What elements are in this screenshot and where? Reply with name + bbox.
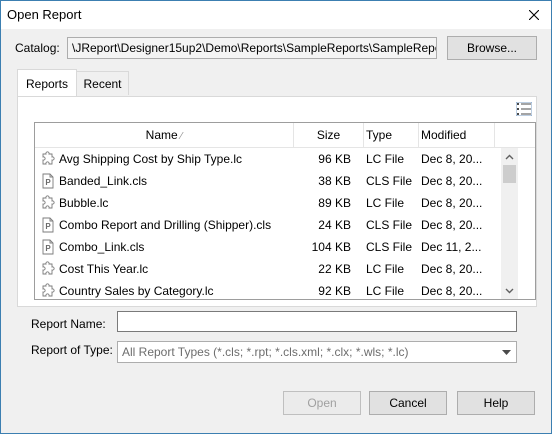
view-mode-button[interactable] xyxy=(514,100,534,118)
file-size: 104 KB xyxy=(311,240,351,254)
open-button[interactable]: Open xyxy=(283,391,361,415)
chevron-up-icon xyxy=(505,154,514,159)
file-name: Bubble.lc xyxy=(59,196,109,210)
report-type-select[interactable]: All Report Types (*.cls; *.rpt; *.cls.xm… xyxy=(117,341,517,363)
cls-page-icon: P xyxy=(40,173,56,189)
svg-text:P: P xyxy=(45,222,51,231)
scroll-down-button[interactable] xyxy=(501,282,518,299)
column-header-modified[interactable]: Modified xyxy=(419,123,495,147)
sort-ascending-icon: ⁄ xyxy=(180,131,183,142)
file-modified: Dec 8, 20... xyxy=(421,152,483,166)
file-name: Banded_Link.cls xyxy=(59,174,148,188)
file-size: 22 KB xyxy=(318,262,351,276)
browse-button[interactable]: Browse... xyxy=(447,36,537,60)
svg-text:P: P xyxy=(45,178,51,187)
report-name-label: Report Name: xyxy=(31,317,106,331)
dropdown-arrow[interactable] xyxy=(496,342,516,362)
file-type: CLS File xyxy=(366,174,413,188)
report-type-label: Report of Type: xyxy=(31,343,113,357)
file-name: Cost This Year.lc xyxy=(59,262,149,276)
scroll-up-button[interactable] xyxy=(501,148,518,165)
title-bar: Open Report xyxy=(1,1,551,29)
cls-page-icon: P xyxy=(40,217,56,233)
tab-recent[interactable]: Recent xyxy=(76,71,129,95)
dialog-title: Open Report xyxy=(7,7,82,22)
file-modified: Dec 8, 20... xyxy=(421,284,483,298)
list-item[interactable]: P Combo Report and Drilling (Shipper).cls… xyxy=(35,214,501,236)
list-item[interactable]: P Combo_Link.cls 104 KB CLS File Dec 11, 2..… xyxy=(35,236,501,258)
lc-puzzle-icon xyxy=(40,283,56,299)
file-size: 38 KB xyxy=(318,174,351,188)
file-name: Combo Report and Drilling (Shipper).cls xyxy=(59,218,272,232)
catalog-path-field[interactable]: \JReport\Designer15up2\Demo\Reports\Samp… xyxy=(67,37,437,59)
file-size: 96 KB xyxy=(318,152,351,166)
column-header-name[interactable]: Name ⁄ xyxy=(35,123,294,147)
list-vertical-scrollbar[interactable] xyxy=(501,148,518,299)
list-item[interactable]: Avg Shipping Cost by Ship Type.lc 96 KB LC… xyxy=(35,148,501,170)
tab-reports[interactable]: Reports xyxy=(17,69,77,97)
close-button[interactable] xyxy=(517,1,551,29)
report-name-input[interactable] xyxy=(117,311,517,332)
file-modified: Dec 8, 20... xyxy=(421,174,483,188)
file-type: LC File xyxy=(366,152,405,166)
reports-tab-panel: Name ⁄ Size Type Modified Avg Shipping Co… xyxy=(17,96,537,307)
report-file-list[interactable]: Name ⁄ Size Type Modified Avg Shipping Co… xyxy=(34,122,536,300)
close-icon xyxy=(529,10,539,20)
column-header-type[interactable]: Type xyxy=(364,123,419,147)
list-item[interactable]: Country Sales by Category.lc 92 KB LC File… xyxy=(35,280,501,302)
file-type: LC File xyxy=(366,262,405,276)
list-item[interactable]: Bubble.lc 89 KB LC File Dec 8, 20... xyxy=(35,192,501,214)
column-header-size[interactable]: Size xyxy=(294,123,364,147)
file-modified: Dec 8, 20... xyxy=(421,218,483,232)
chevron-down-icon xyxy=(501,349,511,355)
file-modified: Dec 11, 2... xyxy=(421,240,482,254)
scroll-thumb[interactable] xyxy=(503,165,516,183)
help-button[interactable]: Help xyxy=(457,391,535,415)
lc-puzzle-icon xyxy=(40,261,56,277)
list-header: Name ⁄ Size Type Modified xyxy=(35,123,535,148)
cancel-button[interactable]: Cancel xyxy=(369,391,447,415)
file-type: LC File xyxy=(366,284,405,298)
file-modified: Dec 8, 20... xyxy=(421,196,483,210)
file-type: CLS File xyxy=(366,218,413,232)
file-size: 89 KB xyxy=(318,196,351,210)
file-name: Country Sales by Category.lc xyxy=(59,284,214,298)
open-report-dialog: Open Report Catalog: \JReport\Designer15… xyxy=(0,0,552,434)
file-name: Avg Shipping Cost by Ship Type.lc xyxy=(59,152,242,166)
lc-puzzle-icon xyxy=(40,151,56,167)
list-item[interactable]: P Banded_Link.cls 38 KB CLS File Dec 8, 20..… xyxy=(35,170,501,192)
report-type-value: All Report Types (*.cls; *.rpt; *.cls.xm… xyxy=(122,345,409,359)
file-size: 24 KB xyxy=(318,218,351,232)
file-type: LC File xyxy=(366,196,405,210)
chevron-down-icon xyxy=(505,288,514,293)
lc-puzzle-icon xyxy=(40,195,56,211)
file-name: Combo_Link.cls xyxy=(59,240,145,254)
column-name-label: Name xyxy=(145,128,178,142)
cls-page-icon: P xyxy=(40,239,56,255)
file-size: 92 KB xyxy=(318,284,351,298)
file-type: CLS File xyxy=(366,240,413,254)
file-modified: Dec 8, 20... xyxy=(421,262,483,276)
list-item[interactable]: Cost This Year.lc 22 KB LC File Dec 8, 20..… xyxy=(35,258,501,280)
catalog-label: Catalog: xyxy=(15,41,60,55)
details-view-icon xyxy=(516,102,532,116)
svg-text:P: P xyxy=(45,244,51,253)
